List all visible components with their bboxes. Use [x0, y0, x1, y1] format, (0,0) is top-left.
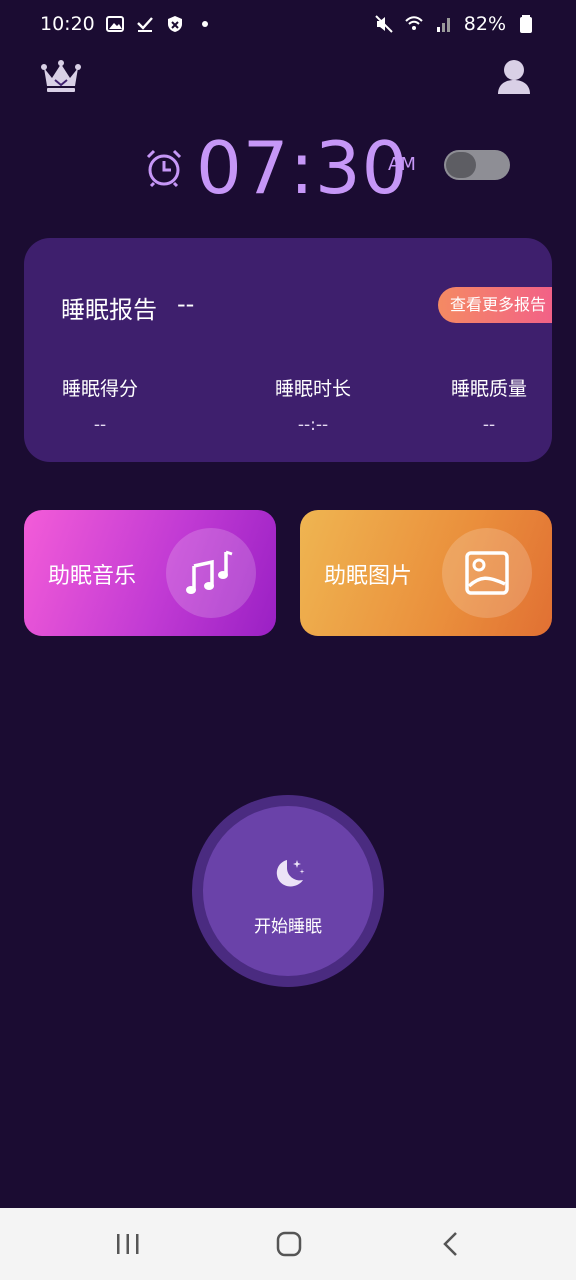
feature-label: 助眠音乐: [48, 564, 137, 589]
feature-label: 助眠图片: [324, 564, 413, 589]
user-icon[interactable]: [496, 58, 532, 96]
mute-icon: [374, 14, 394, 34]
stat-label: 睡眠得分: [61, 378, 138, 400]
gallery-icon: [105, 14, 125, 34]
moon-icon: [273, 856, 307, 890]
recents-icon[interactable]: [113, 1230, 143, 1258]
alarm-toggle[interactable]: [444, 150, 510, 180]
image-icon: [442, 528, 532, 618]
dot-icon: [195, 14, 215, 34]
crown-icon[interactable]: [40, 58, 82, 94]
alarm-row: 07:30 AM: [0, 128, 576, 208]
stat-sleep-quality: 睡眠质量 --: [450, 374, 528, 435]
start-sleep-label: 开始睡眠: [254, 917, 322, 937]
signal-icon: [434, 14, 454, 34]
sleep-report-card[interactable]: 睡眠报告 -- 查看更多报告 睡眠得分 -- 睡眠时长 --:-- 睡眠质量 -…: [24, 238, 552, 462]
check-icon: [135, 14, 155, 34]
more-reports-button[interactable]: 查看更多报告: [438, 287, 552, 323]
report-date: --: [177, 290, 195, 318]
stat-sleep-duration: 睡眠时长 --:--: [274, 374, 352, 435]
start-sleep-button[interactable]: 开始睡眠: [192, 795, 384, 987]
stat-label: 睡眠质量: [450, 378, 527, 400]
music-note-icon: [166, 528, 256, 618]
status-time: 10:20: [40, 13, 95, 35]
wifi-icon: [404, 14, 424, 34]
start-sleep-inner[interactable]: 开始睡眠: [203, 806, 373, 976]
nav-bar: [0, 1208, 576, 1280]
stat-value: --: [482, 415, 496, 435]
stat-label: 睡眠时长: [274, 378, 351, 400]
home-icon[interactable]: [274, 1230, 304, 1258]
stat-sleep-score: 睡眠得分 --: [61, 374, 139, 435]
sleep-image-card[interactable]: 助眠图片: [300, 510, 552, 636]
battery-percent: 82%: [463, 13, 506, 35]
stat-value: --:--: [297, 415, 329, 435]
alarm-time[interactable]: 07:30: [196, 128, 409, 208]
alarm-clock-icon: [144, 148, 184, 188]
status-right: 82%: [374, 13, 536, 35]
stat-value: --: [93, 415, 107, 435]
report-title: 睡眠报告: [61, 296, 157, 324]
status-left: 10:20: [40, 13, 215, 35]
toggle-knob: [446, 152, 476, 178]
battery-icon: [516, 14, 536, 34]
sleep-music-card[interactable]: 助眠音乐: [24, 510, 276, 636]
status-bar: 10:20 82%: [0, 0, 576, 48]
back-icon[interactable]: [436, 1230, 466, 1258]
alarm-ampm: AM: [388, 154, 416, 175]
shield-icon: [165, 14, 185, 34]
